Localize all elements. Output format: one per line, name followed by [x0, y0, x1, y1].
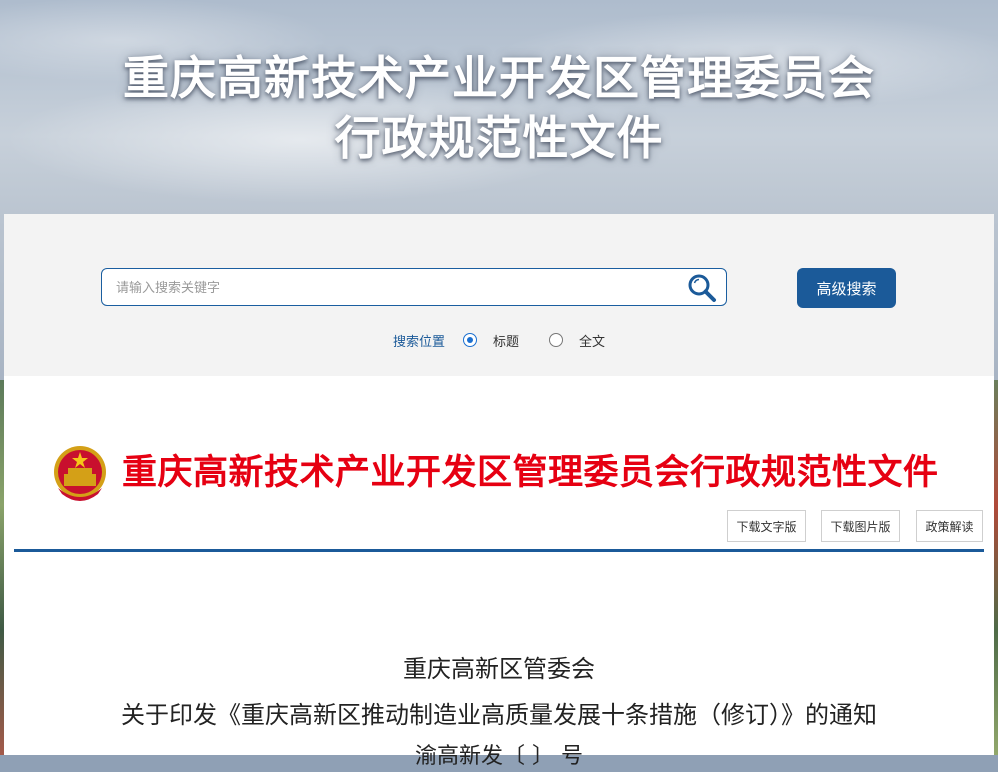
radio-title[interactable]	[463, 333, 478, 347]
radio-fulltext[interactable]	[549, 333, 564, 347]
document-header-title: 重庆高新技术产业开发区管理委员会行政规范性文件	[122, 452, 939, 493]
advanced-search-button[interactable]: 高级搜索	[797, 268, 896, 308]
search-scope-label: 搜索位置	[393, 334, 446, 350]
download-image-button[interactable]: 下载图片版	[821, 510, 900, 542]
search-input[interactable]	[114, 269, 678, 307]
background-strip-right	[994, 380, 998, 755]
search-icon[interactable]	[686, 272, 718, 304]
document-panel: 重庆高新技术产业开发区管理委员会行政规范性文件 下载文字版 下载图片版 政策解读…	[4, 376, 994, 769]
search-panel: 高级搜索 搜索位置 标题 全文	[4, 214, 994, 376]
search-scope: 搜索位置 标题 全文	[393, 330, 635, 350]
header-divider	[14, 549, 984, 552]
download-text-button[interactable]: 下载文字版	[727, 510, 806, 542]
hero-title: 重庆高新技术产业开发区管理委员会 行政规范性文件	[0, 48, 998, 168]
radio-fulltext-label: 全文	[579, 334, 606, 350]
national-emblem-icon	[54, 446, 106, 501]
hero-title-line2: 行政规范性文件	[334, 111, 664, 165]
search-box	[101, 268, 727, 307]
radio-title-label: 标题	[493, 334, 520, 350]
notice-title: 关于印发《重庆高新区推动制造业高质量发展十条措施（修订）》的通知	[121, 701, 877, 729]
document-number: 渝高新发〔 〕 号	[415, 744, 583, 769]
hero-title-line1: 重庆高新技术产业开发区管理委员会	[123, 51, 875, 105]
policy-interpretation-button[interactable]: 政策解读	[916, 510, 983, 542]
notice-issuer: 重庆高新区管委会	[403, 655, 595, 683]
